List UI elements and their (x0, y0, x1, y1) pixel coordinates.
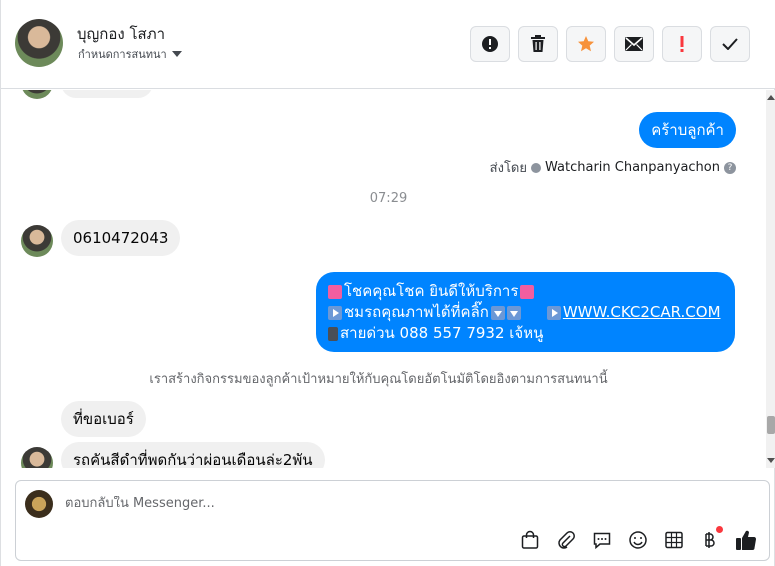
envelope-icon (625, 37, 643, 51)
promo-line-3: สายด่วน 088 557 7932 เจ้หนู (328, 323, 723, 344)
down-arrow-icon (490, 305, 505, 320)
delete-button[interactable] (518, 26, 558, 62)
star-icon (578, 36, 594, 52)
down-arrow-icon (506, 305, 521, 320)
contact-name[interactable]: บุญกอง โสภา (77, 22, 165, 46)
sent-by-prefix: ส่งโดย (489, 161, 527, 176)
emoji-icon[interactable] (627, 529, 649, 551)
system-note: เราสร้างกิจกรรมของลูกค้าเป้าหมายให้กับคุ… (149, 372, 608, 387)
message-bubble-incoming: 0610472043 (61, 220, 181, 256)
conversation-panel: บุญกอง โสภา กำหนดการสนทนา คร้าบลูกค้า ส่… (0, 0, 775, 566)
contact-avatar-small (21, 90, 53, 99)
notification-dot (716, 526, 723, 533)
agent-check-icon (531, 162, 541, 173)
composer-toolbar (519, 526, 757, 551)
scrollbar-thumb[interactable] (767, 416, 775, 434)
play-button-icon (328, 305, 342, 320)
trash-icon (531, 35, 545, 52)
saved-reply-icon[interactable] (591, 529, 613, 551)
contact-avatar[interactable] (15, 19, 63, 67)
shopping-bag-icon[interactable] (519, 529, 541, 551)
promo-text-2: ชมรถคุณภาพได้ที่คลิ๊ก (344, 303, 489, 321)
sent-by-name: Watcharin Chanpanyachon (545, 160, 720, 175)
message-thread: คร้าบลูกค้า ส่งโดย Watcharin Chanpanyach… (1, 90, 775, 468)
contact-avatar-small (21, 225, 53, 257)
scroll-up-arrow-icon[interactable] (767, 95, 775, 100)
table-icon[interactable] (663, 529, 685, 551)
message-bubble-incoming: รถคันสีดำที่พดกันว่าผ่อนเดือนล่ะ2พัน (61, 442, 325, 468)
play-button-icon (546, 305, 561, 320)
scroll-down-arrow-icon[interactable] (767, 458, 775, 463)
priority-button[interactable] (662, 26, 702, 62)
chat-scrollbar[interactable] (766, 90, 775, 468)
anger-symbol-icon (520, 284, 535, 299)
promo-link[interactable]: WWW.CKC2CAR.COM (563, 302, 721, 323)
reply-input[interactable] (65, 496, 665, 511)
assign-conversation-dropdown[interactable]: กำหนดการสนทนา (78, 45, 182, 63)
exclamation-icon (680, 36, 684, 52)
message-bubble-incoming: ที่ขอเบอร์ (61, 401, 146, 437)
star-button[interactable] (566, 26, 606, 62)
promo-line-2: ชมรถคุณภาพได้ที่คลิ๊ก WWW.CKC2CAR.COM (328, 302, 723, 323)
mark-done-button[interactable] (710, 26, 750, 62)
conversation-toolbar (470, 26, 750, 62)
spam-button[interactable] (470, 26, 510, 62)
thumbs-up-icon[interactable] (735, 529, 757, 551)
page-avatar (25, 490, 53, 518)
promo-text-3: สายด่วน 088 557 7932 เจ้หนู (340, 324, 544, 342)
promo-message-bubble: โชคคุณโชค ยินดีให้บริการ ชมรถคุณภาพได้ที… (316, 272, 735, 352)
check-icon (722, 38, 738, 50)
caret-down-icon (171, 51, 182, 57)
message-bubble-outgoing: คร้าบลูกค้า (639, 112, 736, 148)
reply-composer (15, 480, 770, 561)
promo-line-1: โชคคุณโชค ยินดีให้บริการ (328, 281, 723, 302)
baht-icon[interactable] (699, 526, 723, 551)
alert-circle-icon (482, 36, 498, 52)
paperclip-icon[interactable] (555, 529, 577, 551)
sent-by-info: ส่งโดย Watcharin Chanpanyachon ? (490, 157, 736, 178)
help-icon[interactable]: ? (724, 161, 736, 174)
message-bubble-incoming (61, 90, 153, 98)
mail-button[interactable] (614, 26, 654, 62)
assign-label: กำหนดการสนทนา (78, 48, 167, 61)
contact-avatar-small (21, 447, 53, 468)
message-timestamp: 07:29 (369, 191, 408, 206)
mobile-phone-icon (328, 326, 338, 341)
promo-text-1: โชคคุณโชค ยินดีให้บริการ (344, 282, 519, 300)
anger-symbol-icon (328, 284, 342, 299)
conversation-header: บุญกอง โสภา กำหนดการสนทนา (1, 0, 775, 89)
